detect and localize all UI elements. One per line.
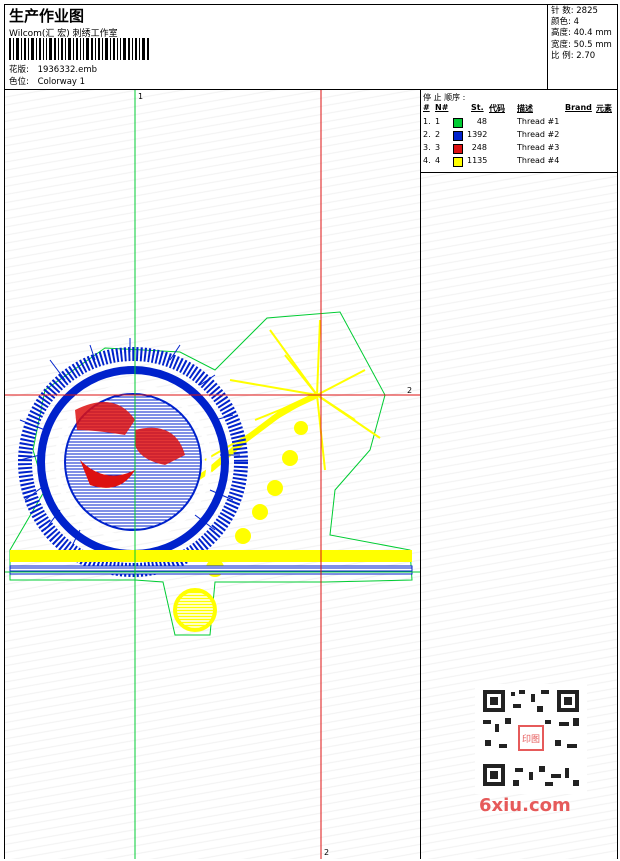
yellow-ring: [173, 588, 217, 632]
col-number: N#: [435, 103, 449, 112]
table-row: 1. 1 48 Thread #1: [423, 117, 560, 128]
design-stats: 针 数: 2825 颜色: 4 高度: 40.4 mm 宽度: 50.5 mm …: [547, 5, 617, 89]
red-axis-label-bottom: 2: [324, 848, 330, 857]
stop-sequence-table: 停 止 顺序 : # N# St. 代码 描述 Brand 元素 1. 1 48…: [421, 90, 617, 173]
color-count: 颜色: 4: [551, 17, 579, 28]
table-row: 3. 3 248 Thread #3: [423, 143, 560, 154]
thread-panel: 停 止 顺序 : # N# St. 代码 描述 Brand 元素 1. 1 48…: [421, 90, 617, 859]
thread-swatch: [453, 118, 463, 128]
page-title: 生产作业图: [9, 7, 85, 25]
col-index: #: [423, 103, 430, 112]
qr-code-icon: 印图: [475, 684, 587, 794]
design-canvas[interactable]: 1 2 2: [5, 90, 421, 859]
design-file: 花版: 1936332.emb: [9, 63, 97, 75]
sequence-title: 停 止 顺序 :: [423, 93, 466, 102]
design-width: 宽度: 50.5 mm: [551, 39, 612, 50]
colorway: 色位: Colorway 1: [9, 75, 85, 87]
thread-swatch: [453, 131, 463, 141]
col-stitches: St.: [471, 103, 484, 112]
design-label: 花版:: [9, 65, 29, 75]
colorway-value: Colorway 1: [37, 77, 86, 87]
col-code: 代码: [489, 104, 505, 113]
col-description: 描述: [517, 104, 533, 113]
red-axis-label-right: 2: [407, 386, 413, 395]
yellow-band: [10, 550, 412, 562]
thread-swatch: [453, 157, 463, 167]
table-row: 4. 4 1135 Thread #4: [423, 156, 560, 167]
design-value: 1936332.emb: [37, 65, 98, 75]
print-sheet: 生产作业图 Wilcom(汇 宏) 刺绣工作室 花版: 1936332.emb …: [4, 4, 618, 859]
colorway-label: 色位:: [9, 77, 29, 87]
stitch-count: 针 数: 2825: [551, 6, 598, 16]
thread-swatch: [453, 144, 463, 154]
sheet-header: 生产作业图 Wilcom(汇 宏) 刺绣工作室 花版: 1936332.emb …: [5, 5, 617, 90]
col-element: 元素: [596, 104, 612, 113]
design-scale: 比 例: 2.70: [551, 50, 596, 61]
seal-text: 印图: [522, 733, 540, 745]
barcode-icon: [9, 38, 149, 60]
watermark-logo: 6xiu.com: [479, 795, 571, 816]
embroidery-preview: [5, 90, 420, 859]
design-height: 高度: 40.4 mm: [551, 28, 612, 39]
col-brand: Brand: [565, 103, 592, 112]
table-row: 2. 2 1392 Thread #2: [423, 130, 560, 141]
blue-band: [9, 565, 413, 575]
green-axis-label: 1: [138, 92, 144, 101]
